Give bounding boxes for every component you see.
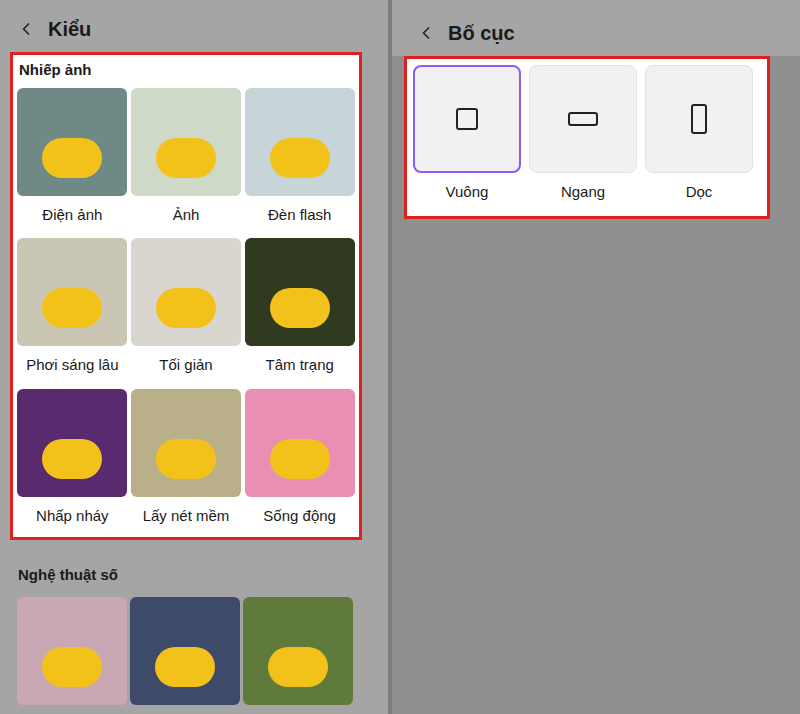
style-label: Tối giản <box>159 346 212 385</box>
style-item[interactable]: Nhấp nháy <box>17 389 128 536</box>
style-label: Tâm trạng <box>265 346 333 385</box>
duck-figure <box>42 439 102 479</box>
duck-figure <box>270 439 330 479</box>
duck-figure <box>155 647 215 687</box>
chevron-left-icon <box>16 19 36 39</box>
style-label: Đèn flash <box>268 196 331 235</box>
style-item[interactable] <box>17 597 127 705</box>
style-item[interactable]: Phơi sáng lâu <box>17 238 128 385</box>
back-button[interactable] <box>416 23 436 43</box>
layout-option[interactable]: Ngang <box>529 65 637 212</box>
duck-figure <box>156 288 216 328</box>
section-title: Nghệ thuật số <box>0 540 388 597</box>
style-thumbnail <box>17 238 127 346</box>
panel-title: Kiểu <box>48 14 91 44</box>
photography-section: Nhiếp ảnh Điện ảnh Ảnh Đèn flash Phơi sáng l… <box>10 52 362 540</box>
style-thumbnail <box>245 88 355 196</box>
style-label: Ảnh <box>173 196 200 235</box>
vertical-layout-icon <box>691 104 707 134</box>
style-thumbnail <box>243 597 353 705</box>
panel-header: Bố cục <box>392 0 800 56</box>
layout-option[interactable]: Vuông <box>413 65 521 212</box>
layout-label: Vuông <box>446 173 489 212</box>
style-thumbnail <box>17 597 127 705</box>
style-thumbnail <box>245 389 355 497</box>
layout-section: Vuông Ngang Dọc <box>404 56 770 219</box>
style-label: Phơi sáng lâu <box>26 346 118 385</box>
style-item[interactable]: Ảnh <box>131 88 242 235</box>
style-grid <box>0 597 388 705</box>
style-item[interactable]: Tâm trạng <box>244 238 355 385</box>
style-thumbnail <box>131 238 241 346</box>
style-thumbnail <box>131 88 241 196</box>
style-thumbnail <box>131 389 241 497</box>
style-thumbnail <box>245 238 355 346</box>
back-button[interactable] <box>16 19 36 39</box>
duck-figure <box>42 647 102 687</box>
layout-card <box>645 65 753 173</box>
style-label: Lấy nét mềm <box>143 497 230 536</box>
horizontal-layout-icon <box>568 112 598 126</box>
style-item[interactable]: Sống động <box>244 389 355 536</box>
layout-card <box>529 65 637 173</box>
duck-figure <box>270 138 330 178</box>
duck-figure <box>42 138 102 178</box>
app: Kiểu Nhiếp ảnh Điện ảnh Ảnh Đèn flash Phơi sá… <box>0 0 800 714</box>
layout-card <box>413 65 521 173</box>
layout-label: Ngang <box>561 173 605 212</box>
duck-figure <box>156 138 216 178</box>
layout-option[interactable]: Dọc <box>645 65 753 212</box>
duck-figure <box>268 647 328 687</box>
style-item[interactable] <box>243 597 353 705</box>
style-panel: Kiểu Nhiếp ảnh Điện ảnh Ảnh Đèn flash Phơi sá… <box>0 0 388 714</box>
style-label: Điện ảnh <box>42 196 102 235</box>
chevron-left-icon <box>416 23 436 43</box>
style-item[interactable]: Đèn flash <box>244 88 355 235</box>
duck-figure <box>270 288 330 328</box>
style-item[interactable]: Điện ảnh <box>17 88 128 235</box>
style-thumbnail <box>17 389 127 497</box>
style-thumbnail <box>130 597 240 705</box>
style-label: Nhấp nháy <box>36 497 109 536</box>
style-grid: Điện ảnh Ảnh Đèn flash Phơi sáng lâu Tối giả… <box>17 88 355 536</box>
square-layout-icon <box>456 108 478 130</box>
style-item[interactable]: Tối giản <box>131 238 242 385</box>
style-item[interactable] <box>130 597 240 705</box>
layout-label: Dọc <box>686 173 713 212</box>
section-title: Nhiếp ảnh <box>17 59 355 88</box>
style-thumbnail <box>17 88 127 196</box>
layout-panel: Bố cục Vuông Ngang Dọc <box>392 0 800 714</box>
panel-header: Kiểu <box>0 0 388 52</box>
panel-title: Bố cục <box>448 18 515 48</box>
style-item[interactable]: Lấy nét mềm <box>131 389 242 536</box>
duck-figure <box>42 288 102 328</box>
duck-figure <box>156 439 216 479</box>
style-label: Sống động <box>263 497 336 536</box>
